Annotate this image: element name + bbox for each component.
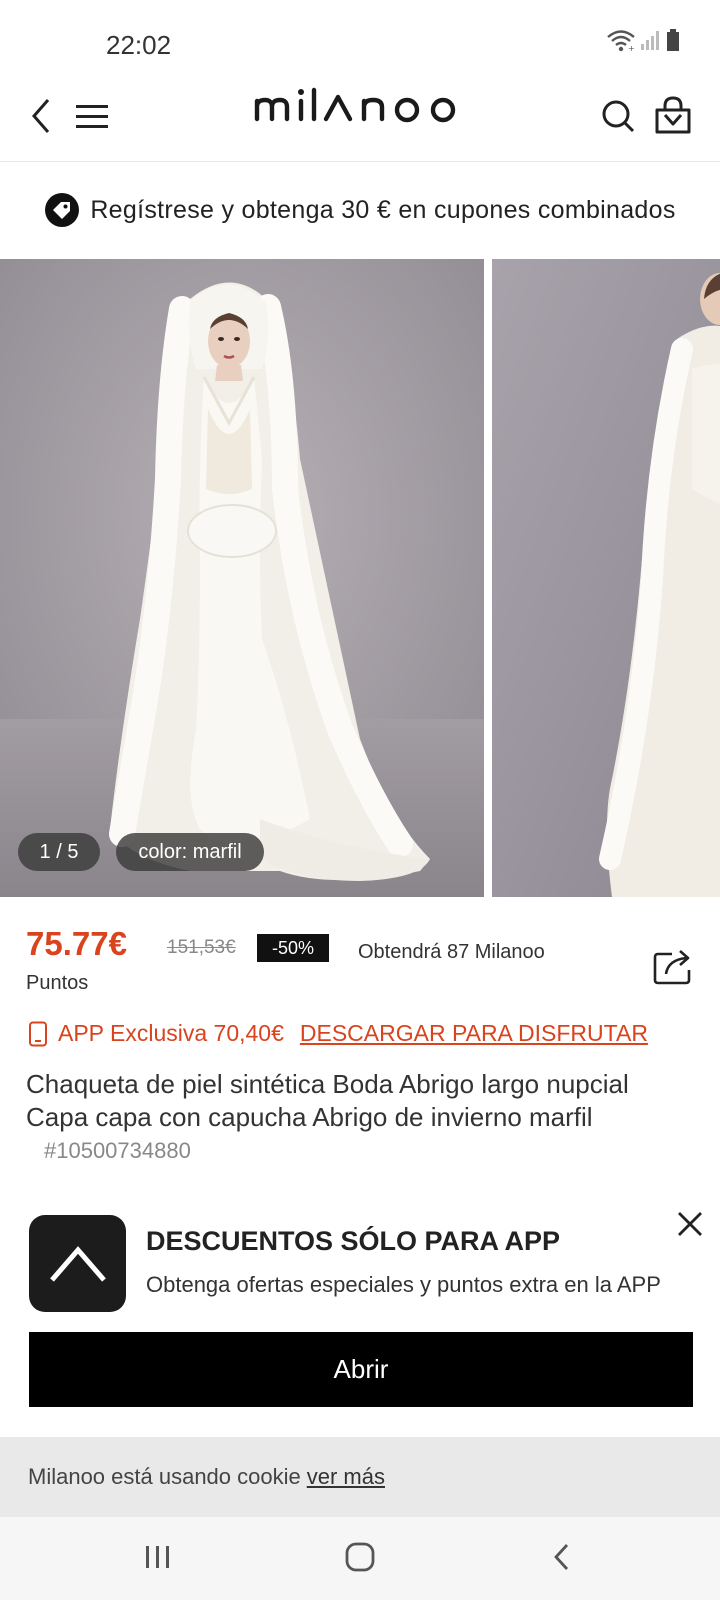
cookie-text: Milanoo está usando cookie [28,1464,301,1489]
image-counter: 1 / 5 [18,833,100,871]
app-banner-subtitle: Obtenga ofertas especiales y puntos extr… [146,1272,661,1297]
search-button[interactable] [598,94,638,138]
recent-apps-button[interactable] [128,1535,188,1579]
product-photo-bride-cape [0,259,484,897]
recent-apps-icon [146,1546,169,1568]
home-button[interactable] [330,1535,390,1579]
close-banner-button[interactable] [672,1206,708,1242]
product-image-main[interactable]: 1 / 5 color: marfil [0,259,484,897]
app-download-banner: DESCUENTOS SÓLO PARA APP Obtenga ofertas… [0,1180,720,1430]
product-title: Chaqueta de piel sintética Boda Abrigo l… [26,1069,629,1132]
menu-button[interactable] [74,96,110,136]
cart-button[interactable] [652,92,694,138]
product-photo-side-view [492,259,720,897]
share-button[interactable] [652,946,696,986]
status-bar: 22:02 + [0,0,720,86]
svg-text:+: + [628,44,635,52]
app-exclusive-price: APP Exclusiva 70,40€ [58,1020,284,1046]
search-icon [602,100,635,133]
color-label: color: marfil [116,833,264,871]
app-logo [29,1215,126,1312]
milanoo-logo-icon [254,87,456,123]
milanoo-logo[interactable] [254,86,466,136]
site-header [0,86,720,162]
hamburger-menu-icon [76,105,108,128]
home-icon [345,1542,375,1572]
phone-icon [29,1021,47,1046]
system-back-button[interactable] [532,1535,592,1579]
close-icon [678,1212,702,1236]
discount-badge: -50% [257,934,329,962]
chevron-left-icon [32,99,50,133]
signal-icon [641,31,659,50]
shopping-bag-icon [655,96,691,134]
battery-icon [667,29,679,51]
promo-text: Regístrese y obtenga 30 € en cupones com… [90,195,676,224]
coupon-promo-banner[interactable]: Regístrese y obtenga 30 € en cupones com… [0,162,720,258]
back-arrow-icon [554,1544,569,1570]
status-icons: + [606,28,680,52]
product-image-gallery[interactable]: 1 / 5 color: marfil [0,259,720,897]
product-sku: #10500734880 [44,1138,191,1163]
share-icon [653,950,691,985]
open-app-button[interactable]: Abrir [29,1332,693,1407]
cookie-notice: Milanoo está usando cookie ver más [0,1437,720,1517]
milanoo-app-icon [49,1245,106,1282]
current-price: 75.77€ [26,925,127,962]
app-exclusive-offer[interactable]: APP Exclusiva 70,40€ DESCARGAR PARA DISF… [28,1020,648,1047]
coupon-tag-icon [45,193,80,227]
wifi-icon: + [607,30,635,52]
cookie-more-link[interactable]: ver más [307,1464,385,1490]
back-button[interactable] [26,94,56,138]
status-time: 22:02 [106,30,172,60]
app-banner-heading: DESCUENTOS SÓLO PARA APP [146,1226,561,1256]
original-price: 151,53€ [167,937,236,958]
points-text: Obtendrá 87 Milanoo [358,941,545,963]
system-navigation-bar [0,1517,720,1600]
points-unit: Puntos [26,972,89,994]
price-row: 75.77€ 151,53€ -50% Obtendrá 87 Milanoo [26,925,706,985]
download-app-link[interactable]: DESCARGAR PARA DISFRUTAR [300,1020,648,1047]
product-image-next[interactable] [492,259,720,897]
